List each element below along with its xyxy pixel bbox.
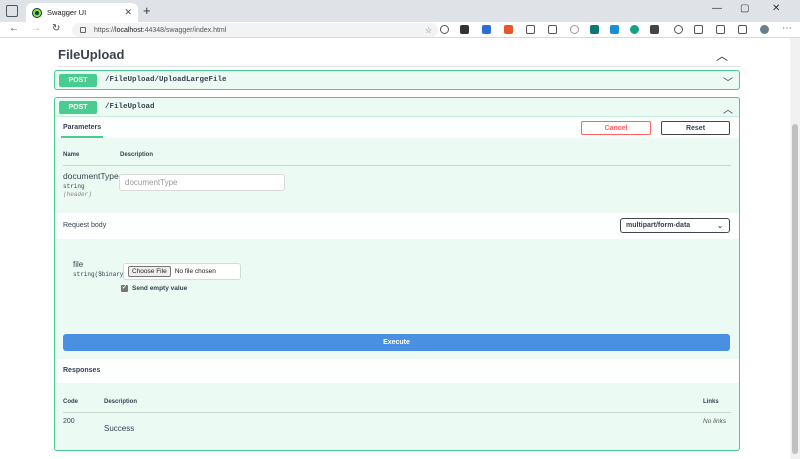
content-type-select[interactable]: multipart/form-data ⌄ bbox=[620, 218, 730, 233]
param-location: (header) bbox=[63, 191, 92, 198]
extension-6-icon[interactable] bbox=[548, 25, 557, 34]
section-title[interactable]: FileUpload bbox=[58, 47, 124, 62]
table-divider bbox=[63, 165, 731, 166]
request-body-form: file string($binary) Choose File No file… bbox=[55, 239, 739, 331]
refresh-icon[interactable]: ↻ bbox=[52, 23, 60, 34]
operation-path: /FileUpload/UploadLargeFile bbox=[105, 76, 227, 84]
forward-icon[interactable]: → bbox=[31, 23, 41, 34]
download-icon[interactable] bbox=[526, 25, 535, 34]
lock-icon bbox=[80, 27, 86, 33]
table-divider bbox=[63, 412, 731, 413]
responses-title: Responses bbox=[63, 367, 101, 374]
extension-3-icon[interactable] bbox=[482, 25, 491, 34]
section-divider bbox=[58, 66, 740, 67]
scrollbar-thumb[interactable] bbox=[792, 124, 798, 454]
extension-10-icon[interactable] bbox=[630, 25, 639, 34]
send-empty-checkbox[interactable]: ✓ bbox=[121, 285, 128, 292]
request-body-header: Request body multipart/form-data ⌄ bbox=[55, 213, 739, 239]
extension-12-icon[interactable] bbox=[674, 25, 683, 34]
tab-bar: Swagger UI ✕ + — ▢ ✕ bbox=[0, 0, 800, 22]
operation-path: /FileUpload bbox=[105, 103, 155, 111]
chevron-down-icon[interactable]: ﹀ bbox=[723, 74, 733, 89]
section-collapse-icon[interactable]: ︿ bbox=[716, 47, 728, 64]
cancel-button[interactable]: Cancel bbox=[581, 121, 651, 135]
parameters-header: Parameters Cancel Reset bbox=[55, 116, 739, 138]
opblock-file-upload: POST /FileUpload ︿ Parameters Cancel Res… bbox=[54, 97, 740, 451]
profile-avatar-icon[interactable] bbox=[760, 25, 769, 34]
minimize-icon[interactable]: — bbox=[712, 3, 722, 14]
method-badge: POST bbox=[59, 73, 97, 87]
favorites-icon[interactable] bbox=[716, 25, 725, 34]
new-tab-icon[interactable]: + bbox=[143, 3, 151, 18]
col-header-name: Name bbox=[63, 152, 80, 158]
col-header-description: Description bbox=[120, 152, 154, 158]
response-code: 200 bbox=[63, 418, 75, 425]
col-header-description: Description bbox=[104, 399, 138, 405]
opblock-summary[interactable]: POST /FileUpload/UploadLargeFile ﹀ bbox=[55, 71, 739, 89]
swagger-page: FileUpload ︿ POST /FileUpload/UploadLarg… bbox=[0, 38, 790, 459]
send-empty-row[interactable]: ✓ Send empty value bbox=[121, 285, 187, 292]
extension-1-icon[interactable] bbox=[440, 25, 449, 34]
url-prefix: https:// bbox=[94, 26, 116, 34]
execute-wrapper: Execute bbox=[55, 331, 739, 359]
url-rest: :44348/swagger/index.html bbox=[142, 26, 227, 34]
extension-8-icon[interactable] bbox=[590, 25, 599, 34]
opblock-upload-large-file: POST /FileUpload/UploadLargeFile ﹀ bbox=[54, 70, 740, 90]
collections-icon[interactable] bbox=[738, 25, 747, 34]
cloud-icon[interactable] bbox=[570, 25, 579, 34]
extension-2-icon[interactable] bbox=[460, 25, 469, 34]
extension-9-icon[interactable] bbox=[610, 25, 619, 34]
browser-window: Swagger UI ✕ + — ▢ ✕ ← → ↻ https://local… bbox=[0, 0, 800, 459]
extension-11-icon[interactable] bbox=[650, 25, 659, 34]
responses-table: Code Description Links 200 Success No li… bbox=[55, 383, 739, 450]
favorite-star-icon[interactable]: ☆ bbox=[425, 26, 432, 35]
send-empty-label: Send empty value bbox=[132, 285, 188, 292]
chevron-down-icon: ⌄ bbox=[717, 222, 723, 230]
url-host: localhost bbox=[115, 26, 143, 34]
opblock-summary[interactable]: POST /FileUpload ︿ bbox=[55, 98, 739, 116]
tab-actions-icon[interactable] bbox=[6, 5, 18, 17]
responses-header: Responses bbox=[55, 359, 739, 383]
response-description: Success bbox=[104, 424, 135, 433]
maximize-icon[interactable]: ▢ bbox=[740, 3, 749, 14]
url-field[interactable]: https://localhost:44348/swagger/index.ht… bbox=[72, 23, 438, 37]
execute-button[interactable]: Execute bbox=[63, 334, 730, 351]
col-header-code: Code bbox=[63, 399, 78, 405]
page-scrollbar[interactable] bbox=[790, 38, 800, 459]
close-window-icon[interactable]: ✕ bbox=[772, 3, 780, 14]
param-type: string bbox=[63, 183, 85, 190]
tab-parameters[interactable]: Parameters bbox=[63, 124, 101, 131]
more-menu-icon[interactable]: ⋯ bbox=[782, 23, 792, 34]
file-field-name: file bbox=[73, 260, 84, 269]
choose-file-button[interactable]: Choose File bbox=[128, 266, 171, 277]
swagger-favicon-icon bbox=[32, 7, 42, 18]
parameters-table: Name Description documentType string (he… bbox=[55, 138, 739, 213]
split-screen-icon[interactable] bbox=[694, 25, 703, 34]
browser-tab[interactable]: Swagger UI ✕ bbox=[26, 3, 138, 22]
address-bar-row: ← → ↻ https://localhost:44348/swagger/in… bbox=[0, 22, 800, 38]
file-field-type: string($binary) bbox=[73, 271, 128, 278]
reset-button[interactable]: Reset bbox=[661, 121, 730, 135]
tab-title: Swagger UI bbox=[47, 8, 87, 17]
param-name: documentType bbox=[63, 171, 119, 181]
content-type-value: multipart/form-data bbox=[626, 222, 691, 229]
document-type-input[interactable]: documentType bbox=[119, 174, 285, 191]
file-input[interactable]: Choose File No file chosen bbox=[123, 263, 241, 280]
request-body-label: Request body bbox=[63, 222, 107, 229]
back-icon[interactable]: ← bbox=[9, 23, 19, 34]
tab-close-icon[interactable]: ✕ bbox=[124, 7, 132, 18]
no-file-text: No file chosen bbox=[174, 268, 216, 275]
response-links: No links bbox=[703, 418, 727, 425]
extension-4-icon[interactable] bbox=[504, 25, 513, 34]
method-badge: POST bbox=[59, 100, 97, 114]
chevron-up-icon[interactable]: ︿ bbox=[723, 101, 733, 116]
col-header-links: Links bbox=[703, 399, 719, 405]
